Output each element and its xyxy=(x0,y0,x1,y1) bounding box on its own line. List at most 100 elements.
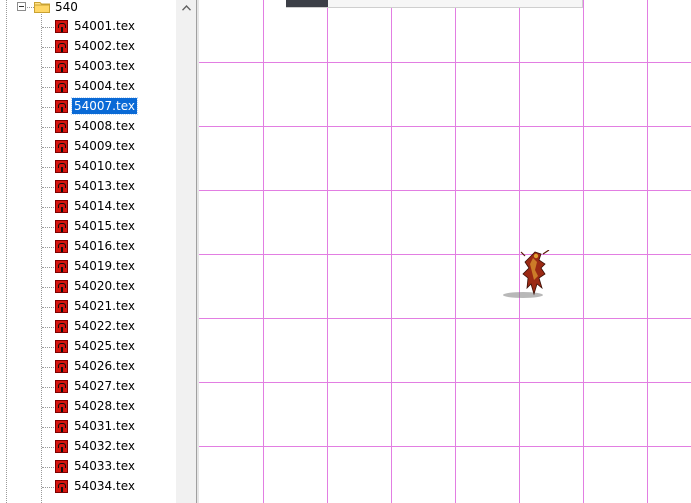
file-label: 54022.tex xyxy=(74,319,135,333)
file-label: 54013.tex xyxy=(74,179,135,193)
grid-line-vertical xyxy=(327,0,328,503)
tree-connector xyxy=(42,467,54,468)
tex-file-icon xyxy=(55,420,68,433)
tree-file-item[interactable]: 54033.tex xyxy=(0,457,176,477)
collapse-toggle-icon[interactable] xyxy=(17,2,26,11)
file-label: 54031.tex xyxy=(74,419,135,433)
file-label: 54014.tex xyxy=(74,199,135,213)
tree-file-item[interactable]: 54022.tex xyxy=(0,317,176,337)
file-label: 54002.tex xyxy=(74,39,135,53)
file-label: 54033.tex xyxy=(74,459,135,473)
tex-file-icon xyxy=(55,280,68,293)
tex-file-icon xyxy=(55,220,68,233)
tree-file-item[interactable]: 54019.tex xyxy=(0,257,176,277)
preview-thumbnail xyxy=(286,0,328,7)
tree-file-item[interactable]: 54026.tex xyxy=(0,357,176,377)
tex-file-icon xyxy=(55,80,68,93)
tex-file-icon xyxy=(55,140,68,153)
tree-file-item[interactable]: 54034.tex xyxy=(0,477,176,497)
tree-scrollbar[interactable] xyxy=(176,0,196,503)
tree-file-item[interactable]: 54010.tex xyxy=(0,157,176,177)
file-label: 54015.tex xyxy=(74,219,135,233)
tree-connector xyxy=(42,47,54,48)
folder-icon xyxy=(34,2,50,13)
file-tree[interactable]: 540 54001.tex 54002.tex 54003.tex 54004.tex… xyxy=(0,0,176,503)
file-label: 54026.tex xyxy=(74,359,135,373)
file-label: 54009.tex xyxy=(74,139,135,153)
file-label: 54019.tex xyxy=(74,259,135,273)
tree-file-item[interactable]: 54008.tex xyxy=(0,117,176,137)
file-label: 54008.tex xyxy=(74,119,135,133)
file-label: 54025.tex xyxy=(74,339,135,353)
tex-file-icon xyxy=(55,180,68,193)
tex-file-icon xyxy=(55,260,68,273)
file-label: 54003.tex xyxy=(74,59,135,73)
file-label: 54004.tex xyxy=(74,79,135,93)
tree-file-item[interactable]: 54002.tex xyxy=(0,37,176,57)
file-label: 54027.tex xyxy=(74,379,135,393)
grid-line-vertical xyxy=(455,0,456,503)
tree-connector xyxy=(42,427,54,428)
file-label: 54034.tex xyxy=(74,479,135,493)
tex-file-icon xyxy=(55,460,68,473)
grid-line-horizontal xyxy=(199,190,691,191)
tex-file-icon xyxy=(55,300,68,313)
tree-connector xyxy=(42,107,54,108)
tree-connector xyxy=(42,27,54,28)
tree-file-item[interactable]: 54032.tex xyxy=(0,437,176,457)
tree-file-item[interactable]: 54007.tex xyxy=(0,97,176,117)
tex-file-icon xyxy=(55,380,68,393)
tree-file-item[interactable]: 54015.tex xyxy=(0,217,176,237)
tree-connector xyxy=(42,307,54,308)
tree-file-item[interactable]: 54014.tex xyxy=(0,197,176,217)
file-label: 54010.tex xyxy=(74,159,135,173)
tree-connector xyxy=(42,147,54,148)
tex-file-icon xyxy=(55,340,68,353)
tree-file-item[interactable]: 54001.tex xyxy=(0,17,176,37)
tree-connector xyxy=(42,407,54,408)
tree-connector xyxy=(42,447,54,448)
tree-connector xyxy=(42,67,54,68)
tree-folder-540[interactable]: 540 xyxy=(0,0,176,17)
tree-file-item[interactable]: 54003.tex xyxy=(0,57,176,77)
file-label: 54020.tex xyxy=(74,279,135,293)
tree-file-item[interactable]: 54016.tex xyxy=(0,237,176,257)
tex-file-icon xyxy=(55,40,68,53)
tree-connector xyxy=(27,7,34,8)
preview-strip xyxy=(286,0,583,8)
tree-file-item[interactable]: 54004.tex xyxy=(0,77,176,97)
tree-connector xyxy=(42,267,54,268)
tree-file-item[interactable]: 54020.tex xyxy=(0,277,176,297)
tex-file-icon xyxy=(55,200,68,213)
tree-file-item[interactable]: 54031.tex xyxy=(0,417,176,437)
tex-file-icon xyxy=(55,60,68,73)
tree-file-item[interactable]: 54009.tex xyxy=(0,137,176,157)
tree-file-item[interactable]: 54028.tex xyxy=(0,397,176,417)
tex-file-icon xyxy=(55,320,68,333)
scrollbar-thumb[interactable] xyxy=(179,18,193,503)
tex-file-icon xyxy=(55,20,68,33)
grid-line-horizontal xyxy=(199,62,691,63)
tex-file-icon xyxy=(55,100,68,113)
tex-file-icon xyxy=(55,440,68,453)
file-label: 54028.tex xyxy=(74,399,135,413)
tree-file-item[interactable]: 54027.tex xyxy=(0,377,176,397)
grid-line-horizontal xyxy=(199,254,691,255)
tree-connector xyxy=(42,87,54,88)
grid-line-horizontal xyxy=(199,382,691,383)
grid-line-horizontal xyxy=(199,126,691,127)
chevron-up-icon[interactable] xyxy=(176,0,196,16)
tree-connector xyxy=(42,247,54,248)
tree-connector xyxy=(42,167,54,168)
tree-connector xyxy=(42,367,54,368)
grid-line-vertical xyxy=(647,0,648,503)
tex-file-icon xyxy=(55,160,68,173)
tree-file-item[interactable]: 54025.tex xyxy=(0,337,176,357)
tree-connector xyxy=(42,327,54,328)
tree-file-item[interactable]: 54013.tex xyxy=(0,177,176,197)
preview-canvas[interactable] xyxy=(199,0,691,503)
tex-file-icon xyxy=(55,360,68,373)
tree-file-item[interactable]: 54021.tex xyxy=(0,297,176,317)
tree-connector xyxy=(42,207,54,208)
character-sprite xyxy=(503,250,550,298)
